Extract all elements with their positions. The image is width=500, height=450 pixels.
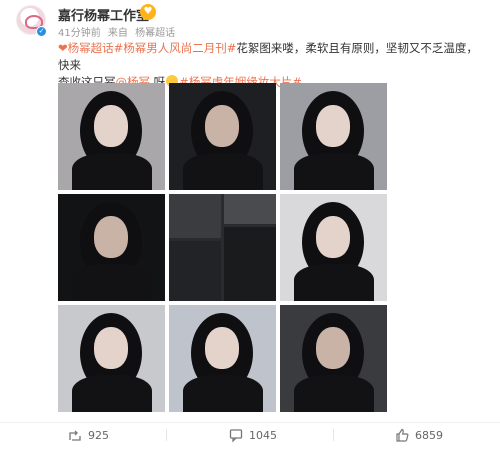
repost-icon bbox=[68, 428, 82, 442]
verified-icon: ✓ bbox=[36, 26, 47, 37]
photo-thumbnail[interactable] bbox=[58, 194, 165, 301]
hashtag-link[interactable]: #杨幂男人风尚二月刊# bbox=[114, 41, 237, 55]
supertopic-icon: ❤ bbox=[58, 41, 68, 55]
source-prefix: 来自 bbox=[107, 28, 128, 39]
post-time[interactable]: 41分钟前 bbox=[58, 28, 101, 39]
photo-thumbnail[interactable] bbox=[169, 305, 276, 412]
author-name[interactable]: 嘉行杨幂工作室 bbox=[58, 5, 149, 24]
thumbs-up-icon bbox=[395, 428, 409, 442]
like-button[interactable]: 6859 bbox=[395, 428, 443, 442]
supertopic-link[interactable]: ❤杨幂超话 bbox=[58, 41, 114, 55]
photo-thumbnail[interactable] bbox=[58, 305, 165, 412]
photo-thumbnail[interactable] bbox=[169, 194, 276, 301]
source-link[interactable]: 杨幂超话 bbox=[135, 28, 175, 39]
action-bar: 925 1045 6859 bbox=[0, 422, 500, 446]
photo-thumbnail[interactable] bbox=[280, 305, 387, 412]
photo-thumbnail[interactable] bbox=[280, 83, 387, 190]
post-meta: 41分钟前 来自 杨幂超话 bbox=[58, 24, 179, 39]
photo-thumbnail[interactable] bbox=[280, 194, 387, 301]
comment-button[interactable]: 1045 bbox=[229, 428, 277, 443]
photo-thumbnail[interactable] bbox=[58, 83, 165, 190]
member-badge-icon[interactable]: ♥ bbox=[140, 4, 156, 20]
comment-icon bbox=[229, 428, 243, 443]
photo-grid bbox=[58, 83, 387, 414]
like-count: 6859 bbox=[415, 428, 443, 442]
photo-thumbnail[interactable] bbox=[169, 83, 276, 190]
repost-button[interactable]: 925 bbox=[68, 428, 109, 442]
repost-count: 925 bbox=[88, 428, 109, 442]
post-header: ✓ 嘉行杨幂工作室 ♥ 41分钟前 来自 杨幂超话 bbox=[0, 0, 500, 40]
comment-count: 1045 bbox=[249, 428, 277, 442]
